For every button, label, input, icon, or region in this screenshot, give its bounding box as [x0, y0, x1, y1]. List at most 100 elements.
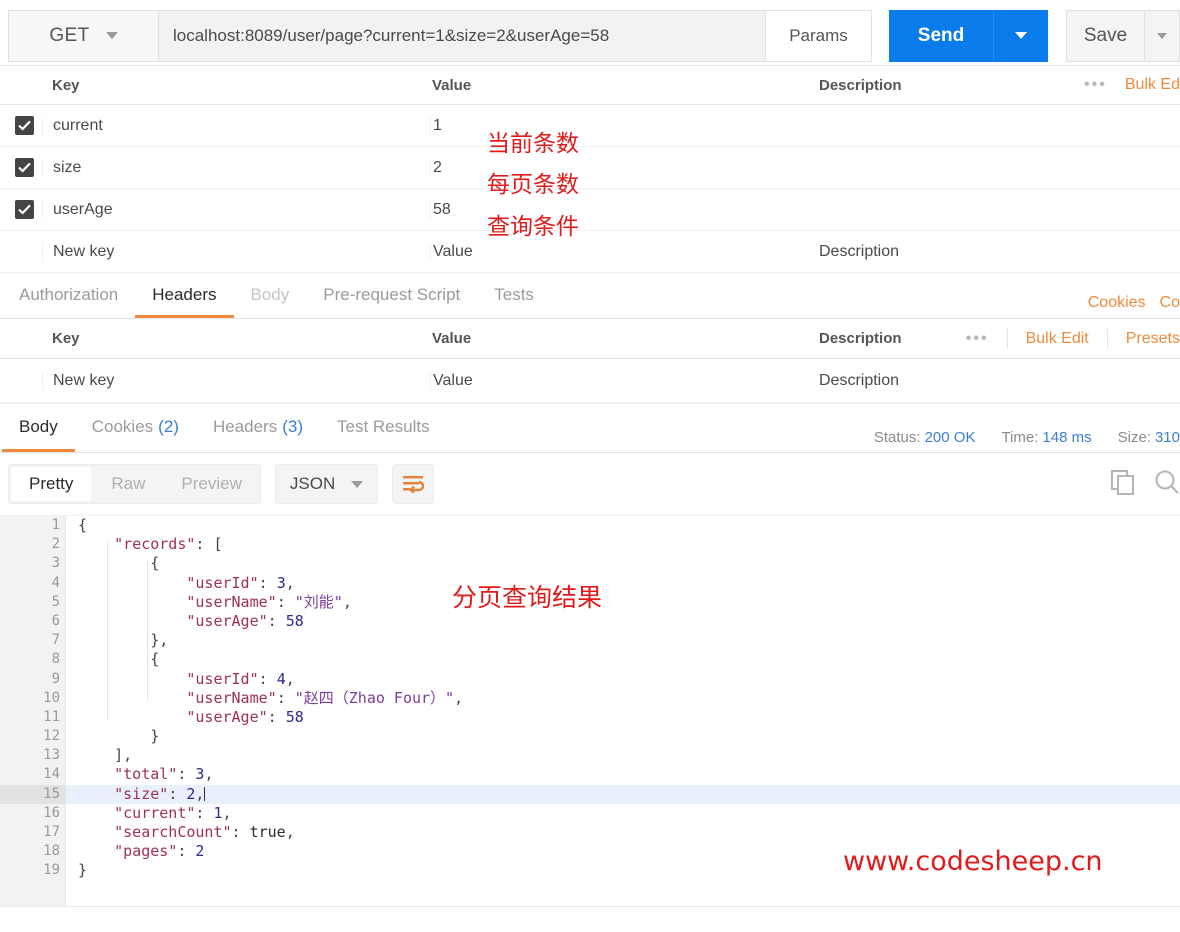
- code-token: }: [78, 861, 88, 880]
- response-tab-test-results[interactable]: Test Results: [320, 404, 447, 452]
- table-row[interactable]: current 1: [0, 105, 1180, 147]
- code-line-text: }: [66, 861, 87, 880]
- response-tab-count: (2): [158, 416, 179, 436]
- headers-new-description-input[interactable]: Description: [817, 372, 1180, 390]
- headers-new-value-input[interactable]: Value: [430, 371, 817, 390]
- headers-bulk-edit-link[interactable]: Bulk Edit: [1026, 330, 1089, 348]
- url-text: localhost:8089/user/page?current=1&size=…: [173, 25, 610, 45]
- headers-new-key-input[interactable]: New key: [42, 371, 430, 390]
- params-new-description-input[interactable]: Description: [817, 243, 1180, 261]
- code-token: :: [267, 611, 286, 630]
- code-line[interactable]: 3 {: [0, 554, 1180, 573]
- response-tab-cookies[interactable]: Cookies (2): [75, 404, 196, 452]
- code-token: ,: [285, 669, 295, 688]
- code-line[interactable]: 7 },: [0, 631, 1180, 650]
- params-new-value-input[interactable]: Value: [430, 242, 817, 261]
- view-mode-raw[interactable]: Raw: [93, 465, 163, 503]
- code-token: "刘能": [294, 592, 343, 611]
- save-button[interactable]: Save: [1066, 9, 1144, 62]
- code-token: 58: [285, 707, 304, 726]
- headers-description-header: Description: [819, 330, 902, 347]
- code-line[interactable]: 1{: [0, 516, 1180, 535]
- checkbox-checked[interactable]: [15, 200, 34, 219]
- code-token: 2: [195, 842, 205, 861]
- params-new-key-input[interactable]: New key: [42, 242, 430, 261]
- params-rows-container: current 1 size 2 userAge 58: [0, 105, 1180, 231]
- headers-more-options-icon[interactable]: •••: [966, 330, 989, 348]
- response-view-mode-group: Pretty Raw Preview: [8, 464, 261, 504]
- code-line[interactable]: 14 "total": 3,: [0, 765, 1180, 784]
- headers-table-header: Key Value Description ••• Bulk Edit Pres…: [0, 319, 1180, 359]
- url-input[interactable]: localhost:8089/user/page?current=1&size=…: [158, 9, 766, 62]
- cookies-link[interactable]: Cookies: [1088, 294, 1146, 312]
- search-button[interactable]: [1154, 469, 1180, 500]
- view-mode-pretty[interactable]: Pretty: [11, 467, 92, 501]
- response-tab-headers[interactable]: Headers (3): [196, 404, 320, 452]
- code-token: :: [168, 784, 187, 803]
- params-new-row[interactable]: New key Value Description: [0, 231, 1180, 273]
- view-mode-preview[interactable]: Preview: [163, 465, 259, 503]
- table-row[interactable]: size 2: [0, 147, 1180, 189]
- code-token: :: [195, 803, 214, 822]
- http-method-selector[interactable]: GET: [8, 9, 158, 62]
- response-section-tabs: Body Cookies (2) Headers (3) Test Results Sta…: [0, 403, 1180, 453]
- tab-authorization[interactable]: Authorization: [2, 274, 135, 318]
- send-options-button[interactable]: [993, 9, 1048, 62]
- code-lines-container: 1{2 "records": [3 {4 "userId": 3, 5 "user…: [0, 516, 1180, 881]
- headers-presets-link[interactable]: Presets: [1126, 330, 1180, 348]
- send-button-group: Send: [889, 9, 1048, 62]
- code-line[interactable]: 6 "userAge": 58: [0, 612, 1180, 631]
- table-row[interactable]: userAge 58: [0, 189, 1180, 231]
- param-key-cell[interactable]: size: [42, 158, 430, 177]
- code-token: :: [267, 707, 286, 726]
- code-token: "userId": [186, 669, 259, 688]
- line-number: 5: [51, 593, 60, 610]
- send-label: Send: [917, 24, 965, 46]
- save-options-button[interactable]: [1144, 9, 1180, 62]
- code-line[interactable]: 16 "current": 1,: [0, 804, 1180, 823]
- params-bulk-edit-link[interactable]: Bulk Ed: [1125, 76, 1180, 94]
- code-line[interactable]: 10 "userName": "赵四（Zhao Four）",: [0, 689, 1180, 708]
- response-language-selector[interactable]: JSON: [274, 464, 379, 504]
- word-wrap-button[interactable]: [392, 464, 435, 504]
- checkbox-checked[interactable]: [15, 116, 34, 135]
- line-number: 10: [43, 689, 60, 706]
- tab-pre-request-script[interactable]: Pre-request Script: [306, 274, 477, 318]
- code-token: ,: [222, 803, 232, 822]
- code-line[interactable]: 11 "userAge": 58: [0, 708, 1180, 727]
- line-number: 7: [51, 632, 60, 649]
- response-time: Time: 148 ms: [1001, 429, 1091, 446]
- code-line[interactable]: 13 ],: [0, 746, 1180, 765]
- code-token: : [: [195, 535, 223, 554]
- divider: [1006, 328, 1008, 349]
- code-line[interactable]: 8 {: [0, 650, 1180, 669]
- checkbox-checked[interactable]: [15, 158, 34, 177]
- params-button[interactable]: Params: [766, 9, 872, 62]
- code-line-text: "userAge": 58: [66, 707, 304, 727]
- code-link[interactable]: Co: [1160, 294, 1180, 312]
- code-line[interactable]: 17 "searchCount": true,: [0, 823, 1180, 842]
- response-tab-body[interactable]: Body: [2, 404, 75, 452]
- headers-key-header: Key: [52, 330, 80, 347]
- response-meta: Status: 200 OK Time: 148 ms Size: 310: [874, 429, 1180, 452]
- tab-body[interactable]: Body: [234, 274, 307, 318]
- code-line[interactable]: 9 "userId": 4,: [0, 670, 1180, 689]
- line-number: 2: [51, 536, 60, 553]
- code-line[interactable]: 2 "records": [: [0, 535, 1180, 554]
- code-line[interactable]: 15 "size": 2,: [0, 784, 1180, 804]
- copy-button[interactable]: [1110, 469, 1136, 500]
- code-line[interactable]: 12 }: [0, 727, 1180, 746]
- params-more-options-icon[interactable]: •••: [1084, 76, 1107, 94]
- code-token: }: [150, 727, 160, 746]
- tab-tests[interactable]: Tests: [477, 274, 551, 318]
- param-key-cell[interactable]: current: [42, 116, 430, 135]
- line-number: 8: [51, 651, 60, 668]
- send-button[interactable]: Send: [889, 9, 993, 62]
- code-line-text: "userAge": 58: [66, 611, 303, 631]
- line-number: 12: [43, 728, 60, 745]
- code-line-text: {: [66, 516, 87, 535]
- param-key-cell[interactable]: userAge: [42, 200, 430, 219]
- status-value: 200 OK: [924, 429, 976, 446]
- headers-new-row[interactable]: New key Value Description: [0, 359, 1180, 403]
- tab-headers[interactable]: Headers: [135, 274, 234, 318]
